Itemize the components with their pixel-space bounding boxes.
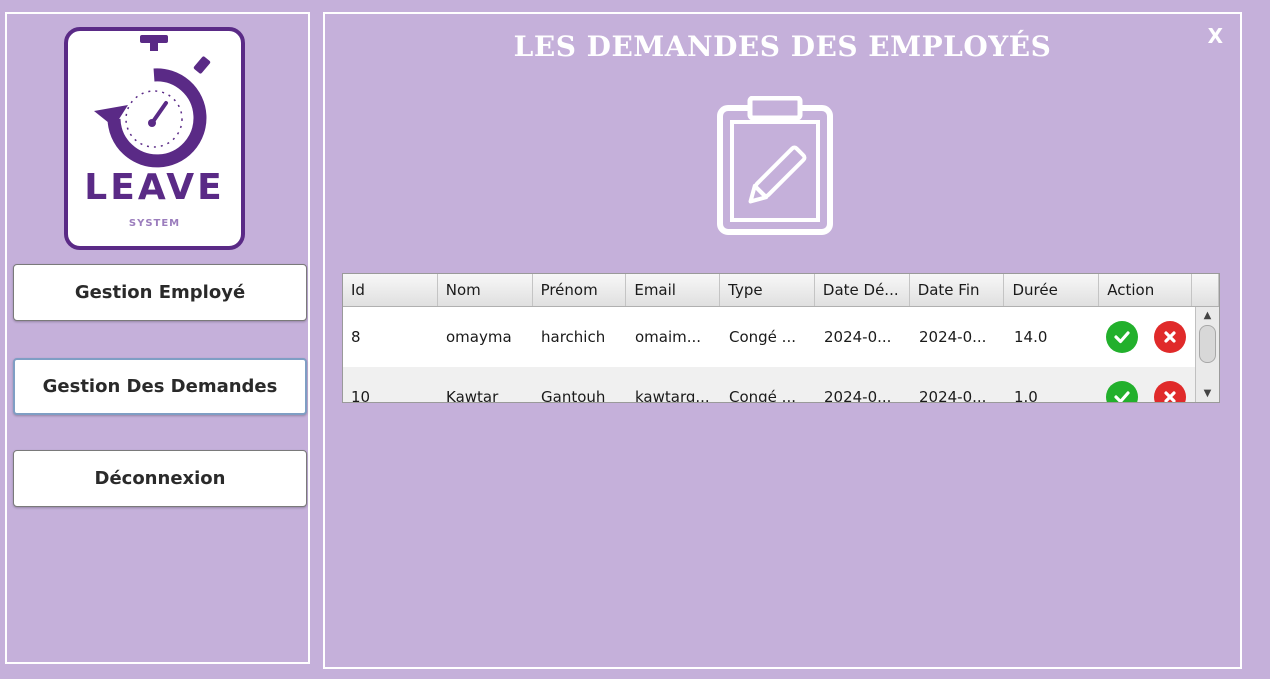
clipboard-edit-icon: [716, 95, 834, 236]
cell-date-debut: 2024-0...: [824, 328, 892, 346]
column-header-type[interactable]: Type: [720, 274, 815, 306]
column-header-action[interactable]: Action: [1099, 274, 1193, 306]
cell-prenom: Gantouh: [541, 388, 606, 403]
deconnexion-label: Déconnexion: [94, 468, 226, 489]
cell-action: [1101, 307, 1194, 367]
accept-button[interactable]: [1106, 321, 1138, 353]
leave-system-logo: LEAVE SYSTEM: [64, 27, 245, 250]
cell-id: 8: [351, 328, 361, 346]
demandes-table: Id Nom Prénom Email Type Date Dé... Date…: [342, 273, 1220, 403]
cell-email: kawtarg...: [635, 388, 710, 403]
close-button[interactable]: X: [1208, 24, 1223, 48]
reject-button[interactable]: [1154, 381, 1186, 402]
table-row[interactable]: 8 omayma harchich omaim... Congé ... 202…: [343, 307, 1219, 367]
cell-date-fin: 2024-0...: [919, 388, 987, 403]
cell-duree: 1.0: [1014, 388, 1038, 403]
column-header-id[interactable]: Id: [343, 274, 438, 306]
column-header-duree[interactable]: Durée: [1004, 274, 1100, 306]
column-header-nom[interactable]: Nom: [438, 274, 533, 306]
table-scrollbar[interactable]: ▲ ▼: [1195, 307, 1219, 402]
accept-button[interactable]: [1106, 381, 1138, 402]
column-header-date-debut[interactable]: Date Dé...: [815, 274, 910, 306]
scroll-thumb[interactable]: [1199, 325, 1216, 363]
gestion-demandes-label: Gestion Des Demandes: [42, 376, 278, 397]
sidebar: LEAVE SYSTEM Gestion Employé Gestion Des…: [5, 12, 310, 664]
column-header-email[interactable]: Email: [626, 274, 721, 306]
logo-main-text: LEAVE: [84, 167, 224, 208]
reject-button[interactable]: [1154, 321, 1186, 353]
column-header-spacer: [1192, 274, 1219, 306]
table-row[interactable]: 10 Kawtar Gantouh kawtarg... Congé ... 2…: [343, 367, 1219, 403]
main-panel: LES DEMANDES DES EMPLOYÉS X Id Nom Préno…: [323, 12, 1242, 669]
scroll-up-arrow-icon[interactable]: ▲: [1196, 309, 1219, 323]
column-header-date-fin[interactable]: Date Fin: [910, 274, 1005, 306]
cell-prenom: harchich: [541, 328, 606, 346]
cell-action: [1101, 367, 1194, 402]
scroll-down-arrow-icon[interactable]: ▼: [1196, 387, 1219, 401]
cell-duree: 14.0: [1014, 328, 1048, 346]
cell-nom: omayma: [446, 328, 512, 346]
cell-email: omaim...: [635, 328, 702, 346]
cell-type: Congé ...: [729, 388, 796, 403]
close-icon: [1164, 331, 1176, 343]
check-icon: [1114, 331, 1130, 344]
deconnexion-button[interactable]: Déconnexion: [13, 450, 307, 507]
table-header: Id Nom Prénom Email Type Date Dé... Date…: [343, 274, 1219, 307]
cell-id: 10: [351, 388, 371, 403]
column-header-prenom[interactable]: Prénom: [533, 274, 627, 306]
gestion-employe-label: Gestion Employé: [74, 282, 246, 303]
cell-type: Congé ...: [729, 328, 796, 346]
cell-date-debut: 2024-0...: [824, 388, 892, 403]
cell-date-fin: 2024-0...: [919, 328, 987, 346]
gestion-demandes-button[interactable]: Gestion Des Demandes: [13, 358, 307, 415]
gestion-employe-button[interactable]: Gestion Employé: [13, 264, 307, 321]
cell-nom: Kawtar: [446, 388, 499, 403]
page-title: LES DEMANDES DES EMPLOYÉS: [513, 30, 1052, 63]
close-icon: [1164, 391, 1176, 402]
check-icon: [1114, 391, 1130, 402]
logo-sub-text: SYSTEM: [129, 218, 180, 229]
